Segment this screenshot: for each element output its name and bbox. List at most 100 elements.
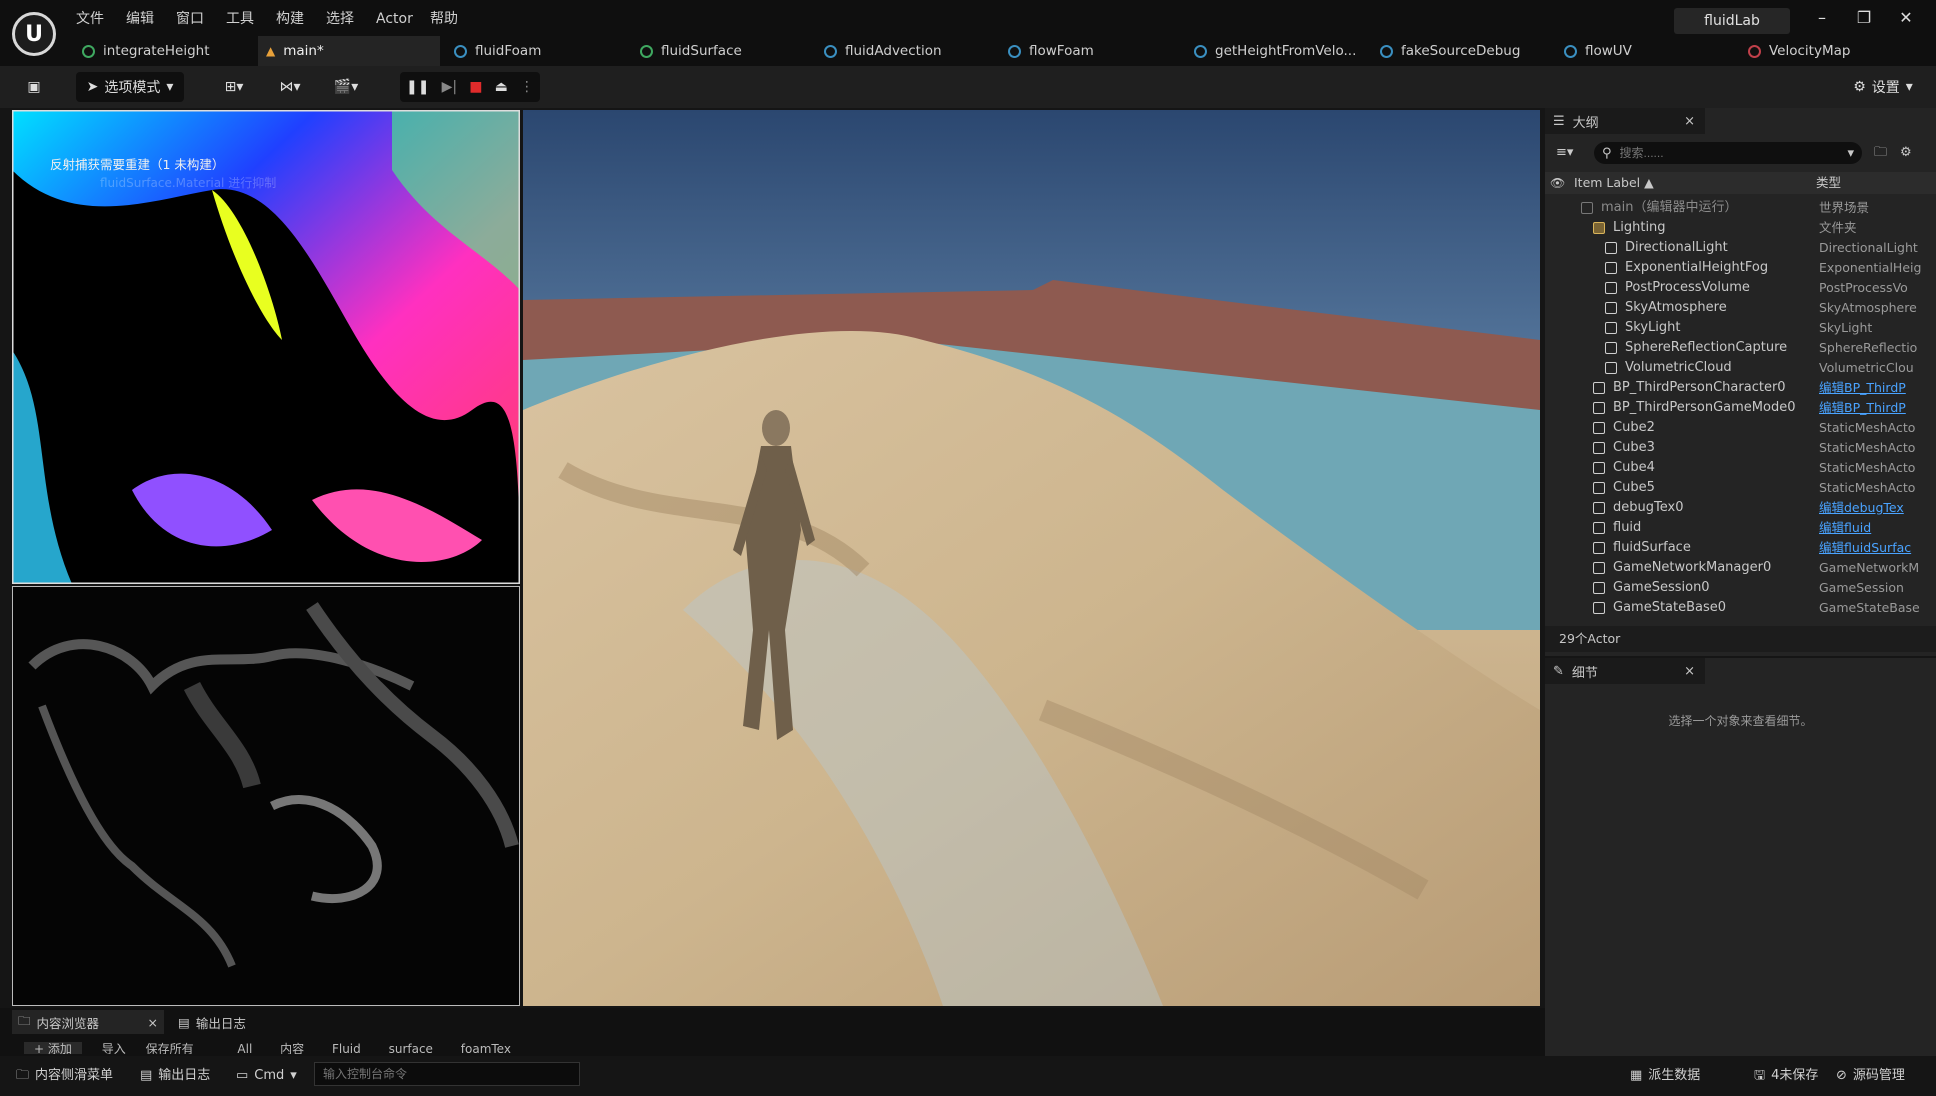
menu-actor[interactable]: Actor (376, 0, 413, 38)
outliner-row-label: SkyAtmosphere (1625, 300, 1727, 315)
outliner-row[interactable]: Cube2 StaticMeshActo (1545, 418, 1936, 438)
level-icon: ▲ (266, 44, 276, 58)
restore-icon[interactable]: ❐ (1844, 0, 1884, 36)
menu-select[interactable]: 选择 (326, 0, 354, 38)
edit-blueprint-link[interactable]: 编辑fluidSurfac (1819, 538, 1929, 558)
outliner-row[interactable]: Cube3 StaticMeshActo (1545, 438, 1936, 458)
console-command-input[interactable] (314, 1062, 580, 1086)
menu-tools[interactable]: 工具 (226, 0, 254, 38)
add-button[interactable]: + 添加 (24, 1042, 82, 1054)
tab-label: flowUV (1585, 43, 1632, 59)
outliner-row[interactable]: DirectionalLight DirectionalLight (1545, 238, 1936, 258)
outliner-row-type: DirectionalLight (1819, 240, 1918, 255)
outliner-row[interactable]: Lighting 文件夹 (1545, 218, 1936, 238)
breadcrumb-surface[interactable]: surface (389, 1042, 433, 1054)
tab-flowuv[interactable]: flowUV (1556, 36, 1736, 66)
outliner-row[interactable]: Cube5 StaticMeshActo (1545, 478, 1936, 498)
outliner-row-type: SkyLight (1819, 320, 1873, 335)
unreal-logo-icon[interactable]: U (12, 12, 56, 56)
more-options-icon[interactable]: ⋮ (520, 79, 534, 95)
level-viewport[interactable] (523, 110, 1540, 1006)
debug-velocity-texture-view[interactable]: 反射捕获需要重建（1 未构建） fluidSurface.Material 进行… (12, 110, 520, 584)
menu-help[interactable]: 帮助 (430, 0, 458, 38)
tab-fluidadvection[interactable]: fluidAdvection (816, 36, 996, 66)
gear-icon[interactable]: ⚙ (1900, 142, 1920, 164)
outliner-row[interactable]: debugTex0 编辑debugTex (1545, 498, 1936, 518)
breadcrumb-foamtex[interactable]: foamTex (461, 1042, 511, 1054)
edit-blueprint-link[interactable]: 编辑fluid (1819, 518, 1929, 538)
column-header-type[interactable]: 类型 (1816, 172, 1916, 194)
outliner-row[interactable]: Cube4 StaticMeshActo (1545, 458, 1936, 478)
tab-fluidsurface[interactable]: fluidSurface (632, 36, 812, 66)
content-drawer-button[interactable]: 🗀 内容侧滑菜单 (16, 1062, 124, 1090)
debug-height-texture-view[interactable] (12, 586, 520, 1006)
menu-file[interactable]: 文件 (76, 0, 104, 38)
outliner-row[interactable]: fluid 编辑fluid (1545, 518, 1936, 538)
close-icon[interactable]: × (148, 1015, 158, 1030)
outliner-row[interactable]: GameSession0 GameSession (1545, 578, 1936, 598)
edit-blueprint-link[interactable]: 编辑BP_ThirdP (1819, 398, 1929, 418)
tab-main[interactable]: ▲ main* (258, 36, 440, 66)
outliner-row[interactable]: fluidSurface 编辑fluidSurfac (1545, 538, 1936, 558)
settings-button[interactable]: ⚙ 设置 ▾ (1838, 72, 1928, 102)
blueprint-icon[interactable]: ⋈▾ (268, 72, 312, 102)
output-log-tab[interactable]: ▤ 输出日志 (178, 1010, 298, 1034)
advance-frame-icon[interactable]: ▶| (442, 79, 457, 95)
save-icon[interactable]: ▣ (14, 72, 54, 102)
eject-icon[interactable]: ⏏ (495, 79, 508, 95)
details-tab[interactable]: ✎ 细节 × (1545, 658, 1705, 684)
outliner-search-input[interactable] (1617, 145, 1822, 161)
close-window-icon[interactable]: ✕ (1886, 0, 1926, 36)
outliner-row[interactable]: BP_ThirdPersonCharacter0 编辑BP_ThirdP (1545, 378, 1936, 398)
edit-blueprint-link[interactable]: 编辑debugTex (1819, 498, 1929, 518)
content-browser-tab[interactable]: 🗀 内容浏览器 × (12, 1010, 164, 1034)
outliner-row[interactable]: main（编辑器中运行） 世界场景 (1545, 198, 1936, 218)
output-log-button[interactable]: ▤ 输出日志 (140, 1062, 220, 1090)
tab-fluidfoam[interactable]: fluidFoam (446, 36, 626, 66)
column-header-item-label[interactable]: Item Label ▲ (1574, 172, 1774, 194)
source-control-button[interactable]: ⊘ 源码管理 (1836, 1062, 1932, 1090)
close-icon[interactable]: × (1684, 114, 1695, 129)
unsaved-button[interactable]: 🖫 4未保存 (1754, 1062, 1822, 1090)
settings-label: 设置 (1871, 80, 1900, 96)
outliner-row[interactable]: ExponentialHeightFog ExponentialHeig (1545, 258, 1936, 278)
import-button[interactable]: 导入 (102, 1042, 126, 1054)
filter-icon[interactable]: ≡▾ (1556, 142, 1586, 164)
breadcrumb-content[interactable]: 内容 (280, 1042, 304, 1054)
tab-fakesourcedebug[interactable]: fakeSourceDebug (1372, 36, 1554, 66)
cmd-dropdown[interactable]: ▭ Cmd ▾ (236, 1062, 302, 1090)
minimize-icon[interactable]: – (1802, 0, 1842, 36)
tab-getheightfromvelo[interactable]: getHeightFromVelo... (1186, 36, 1370, 66)
breadcrumb-all[interactable]: All (237, 1042, 252, 1054)
menu-edit[interactable]: 编辑 (126, 0, 154, 38)
breadcrumb-fluid[interactable]: Fluid (332, 1042, 361, 1054)
outliner-row[interactable]: GameStateBase0 GameStateBase (1545, 598, 1936, 618)
tab-velocitymap[interactable]: VelocityMap (1740, 36, 1930, 66)
stop-icon[interactable]: ■ (469, 79, 482, 95)
outliner-row[interactable]: PostProcessVolume PostProcessVo (1545, 278, 1936, 298)
visibility-eye-icon[interactable]: 👁 (1550, 172, 1570, 194)
close-icon[interactable]: × (1684, 664, 1695, 679)
outliner-row-label: BP_ThirdPersonCharacter0 (1613, 380, 1786, 395)
save-all-button[interactable]: 保存所有 (146, 1042, 194, 1054)
outliner-row[interactable]: BP_ThirdPersonGameMode0 编辑BP_ThirdP (1545, 398, 1936, 418)
tab-integrateheight[interactable]: integrateHeight (74, 36, 254, 66)
menu-window[interactable]: 窗口 (176, 0, 204, 38)
outliner-tab[interactable]: ☰ 大纲 × (1545, 108, 1705, 134)
outliner-row[interactable]: SkyAtmosphere SkyAtmosphere (1545, 298, 1936, 318)
new-folder-icon[interactable]: 🗀 (1874, 142, 1894, 164)
tab-flowfoam[interactable]: flowFoam (1000, 36, 1180, 66)
outliner-row[interactable]: SkyLight SkyLight (1545, 318, 1936, 338)
outliner-search-box[interactable]: ⚲ ▾ (1594, 142, 1862, 164)
mode-select-button[interactable]: ➤ 选项模式 ▾ (76, 72, 184, 102)
outliner-row[interactable]: VolumetricCloud VolumetricClou (1545, 358, 1936, 378)
add-actor-icon[interactable]: ⊞▾ (212, 72, 256, 102)
outliner-row-type: 世界场景 (1819, 200, 1870, 215)
pause-icon[interactable]: ❚❚ (406, 79, 429, 95)
derived-data-button[interactable]: ▦ 派生数据 (1630, 1062, 1714, 1090)
outliner-row[interactable]: GameNetworkManager0 GameNetworkM (1545, 558, 1936, 578)
outliner-row[interactable]: SphereReflectionCapture SphereReflectio (1545, 338, 1936, 358)
menu-build[interactable]: 构建 (276, 0, 304, 38)
edit-blueprint-link[interactable]: 编辑BP_ThirdP (1819, 378, 1929, 398)
cinematics-icon[interactable]: 🎬▾ (324, 72, 368, 102)
